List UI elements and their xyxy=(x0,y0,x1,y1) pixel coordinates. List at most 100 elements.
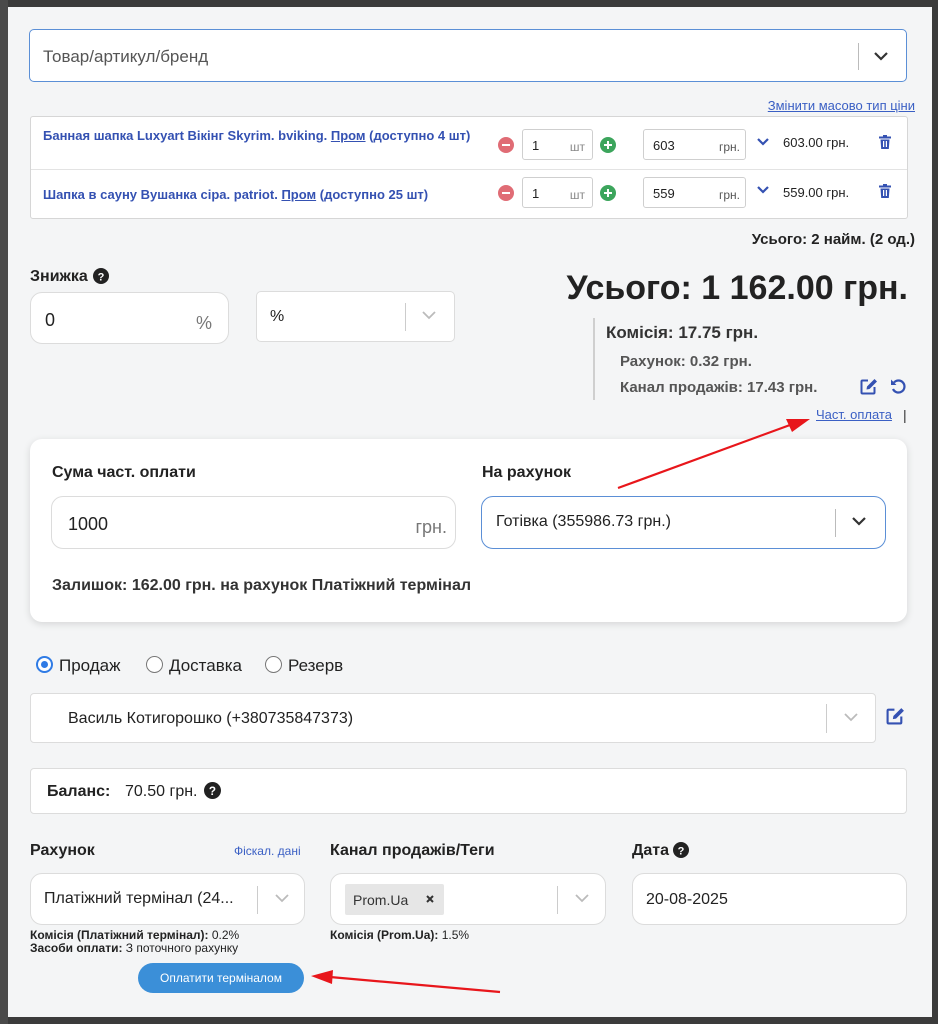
channel-commission-note: Комісія (Prom.Ua): 1.5% xyxy=(330,929,469,942)
undo-icon[interactable] xyxy=(890,378,907,395)
note-value: 0.2% xyxy=(211,928,240,942)
item-title: Банная шапка Luxyart Вікінг Skyrim. bvik… xyxy=(43,128,328,143)
date-input[interactable]: 20-08-2025 xyxy=(632,873,907,925)
note-value: З поточного рахунку xyxy=(125,941,239,955)
table-row: Банная шапка Luxyart Вікінг Skyrim. bvik… xyxy=(31,117,907,168)
item-stock: (доступно 4 шт) xyxy=(369,128,471,143)
discount-input[interactable]: 0 % xyxy=(30,292,229,344)
table-row: Шапка в сауну Вушанка сіра. patriot. Про… xyxy=(31,169,907,220)
question-circle-icon[interactable]: ? xyxy=(673,842,689,858)
minus-circle-icon[interactable] xyxy=(498,137,514,153)
question-circle-icon[interactable]: ? xyxy=(93,268,109,284)
price-input[interactable]: 603 грн. xyxy=(643,129,746,160)
discount-type-select[interactable]: % xyxy=(256,291,455,342)
balance-box: Баланс: 70.50 грн. ? xyxy=(30,768,907,814)
partial-remainder: Залишок: 162.00 грн. на рахунок Платіжни… xyxy=(52,577,472,594)
note-label: Комісія (Prom.Ua): xyxy=(330,928,439,942)
customer-value: Василь Котигорошко (+380735847373) xyxy=(68,710,354,727)
partial-sum-input[interactable]: 1000 грн. xyxy=(51,496,456,549)
pay-by-terminal-button[interactable]: Оплатити терміналом xyxy=(138,963,304,993)
plus-circle-icon[interactable] xyxy=(600,185,616,201)
channel-tag-label: Prom.Ua xyxy=(353,892,409,908)
chevron-down-icon xyxy=(274,893,290,903)
item-source-link[interactable]: Пром xyxy=(331,128,366,143)
price-value: 603 xyxy=(653,138,675,153)
separator xyxy=(405,303,406,331)
chevron-down-icon[interactable] xyxy=(873,50,889,62)
item-total: 603.00 грн. xyxy=(783,135,850,150)
quantity-input[interactable]: 1 шт xyxy=(522,129,593,160)
trash-icon[interactable] xyxy=(879,135,891,149)
balance-label: Баланс: xyxy=(47,783,111,800)
date-value: 20-08-2025 xyxy=(646,891,728,908)
quantity-unit: шт xyxy=(569,140,585,154)
close-icon[interactable] xyxy=(424,893,436,905)
account-value: Платіжний термінал (24... xyxy=(44,890,234,907)
partial-account-label: На рахунок xyxy=(482,464,572,481)
chevron-down-icon xyxy=(851,516,867,527)
quantity-value: 1 xyxy=(532,138,540,153)
quantity-input[interactable]: 1 шт xyxy=(522,177,593,208)
item-source-link[interactable]: Пром xyxy=(281,187,316,202)
payment-means-note: Засоби оплати: З поточного рахунку xyxy=(30,942,238,955)
edit-icon[interactable] xyxy=(860,378,878,395)
note-label: Засоби оплати: xyxy=(30,941,123,955)
chevron-down-icon[interactable] xyxy=(756,137,770,147)
separator xyxy=(835,509,836,537)
radio-label: Резерв xyxy=(288,656,344,675)
partial-sum-value: 1000 xyxy=(68,514,109,534)
balance-value: 70.50 грн. xyxy=(125,783,198,800)
text-separator: | xyxy=(903,407,907,423)
edit-icon[interactable] xyxy=(886,707,905,725)
commission-account: Рахунок: 0.32 грн. xyxy=(620,353,752,370)
partial-account-select[interactable]: Готівка (355986.73 грн.) xyxy=(481,496,886,549)
discount-value: 0 xyxy=(45,310,56,330)
chevron-down-icon xyxy=(574,893,590,903)
discount-unit: % xyxy=(195,313,212,333)
partial-sum-label: Сума част. оплати xyxy=(52,464,196,481)
item-name[interactable]: Банная шапка Luxyart Вікінг Skyrim. bvik… xyxy=(43,126,473,145)
item-title: Шапка в сауну Вушанка сіра. patriot. xyxy=(43,187,278,202)
item-name[interactable]: Шапка в сауну Вушанка сіра. patriot. Про… xyxy=(43,185,473,204)
partial-payment-card: Сума част. оплати На рахунок 1000 грн. Г… xyxy=(30,439,907,622)
customer-select[interactable]: Василь Котигорошко (+380735847373) xyxy=(30,693,876,743)
separator xyxy=(557,886,558,914)
commission-divider xyxy=(593,318,595,400)
separator xyxy=(858,43,859,70)
radio-label: Доставка xyxy=(169,656,243,675)
price-unit: грн. xyxy=(718,188,740,202)
item-total: 559.00 грн. xyxy=(783,185,850,200)
background-strip xyxy=(0,0,8,1024)
grand-total: Усього: 1 162.00 грн. xyxy=(566,269,908,307)
channel-label: Канал продажів/Теги xyxy=(330,842,495,859)
item-stock: (доступно 25 шт) xyxy=(319,187,429,202)
partial-account-value: Готівка (355986.73 грн.) xyxy=(496,513,671,530)
commission-channel: Канал продажів: 17.43 грн. xyxy=(620,379,818,396)
account-label: Рахунок xyxy=(30,842,95,859)
date-label: Дата xyxy=(632,842,670,859)
svg-text:?: ? xyxy=(678,845,685,857)
order-items-table: Банная шапка Luxyart Вікінг Skyrim. bvik… xyxy=(30,116,908,219)
minus-circle-icon[interactable] xyxy=(498,185,514,201)
fiscal-data-link[interactable]: Фіскал. дані xyxy=(234,844,301,858)
discount-type-value: % xyxy=(270,308,285,325)
partial-payment-link[interactable]: Част. оплата xyxy=(816,407,892,422)
bulk-price-type-link[interactable]: Змінити масово тип ціни xyxy=(768,98,915,113)
question-circle-icon[interactable]: ? xyxy=(204,782,221,799)
account-select[interactable]: Платіжний термінал (24... xyxy=(30,873,305,925)
plus-circle-icon[interactable] xyxy=(600,137,616,153)
price-input[interactable]: 559 грн. xyxy=(643,177,746,208)
price-value: 559 xyxy=(653,186,675,201)
quantity-value: 1 xyxy=(532,186,540,201)
chevron-down-icon xyxy=(843,712,859,722)
trash-icon[interactable] xyxy=(879,184,891,198)
chevron-down-icon[interactable] xyxy=(756,185,770,195)
product-search-select[interactable]: Товар/артикул/бренд xyxy=(29,29,907,82)
radio-circle xyxy=(146,656,163,673)
separator xyxy=(257,886,258,914)
note-value: 1.5% xyxy=(441,928,470,942)
sales-channel-select[interactable]: Prom.Ua xyxy=(330,873,606,925)
radio-circle xyxy=(36,656,53,673)
note-label: Комісія (Платіжний термінал): xyxy=(30,928,209,942)
channel-tag: Prom.Ua xyxy=(345,884,444,915)
